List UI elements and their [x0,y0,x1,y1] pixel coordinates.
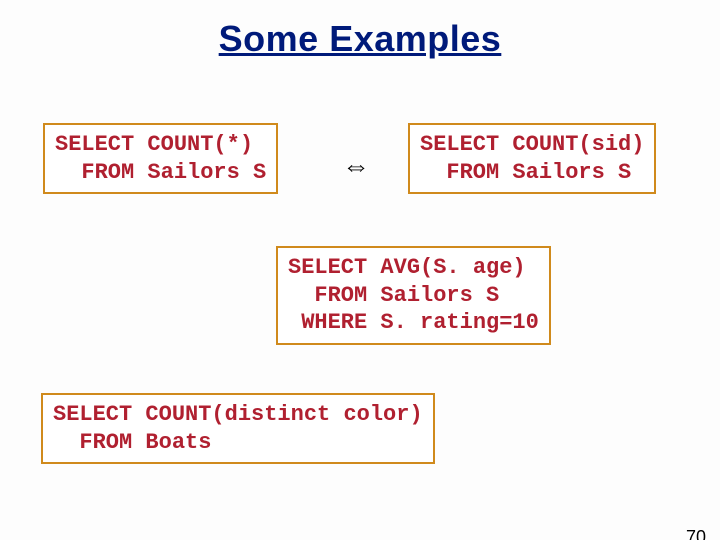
equiv-arrow-icon: ⇔ [342,150,370,182]
page-number: 70 [686,527,706,540]
slide-title: Some Examples [0,18,720,60]
code-box-avg-age: SELECT AVG(S. age) FROM Sailors S WHERE … [276,246,551,345]
code-box-count-star: SELECT COUNT(*) FROM Sailors S [43,123,278,194]
code-box-count-distinct: SELECT COUNT(distinct color) FROM Boats [41,393,435,464]
code-box-count-sid: SELECT COUNT(sid) FROM Sailors S [408,123,656,194]
